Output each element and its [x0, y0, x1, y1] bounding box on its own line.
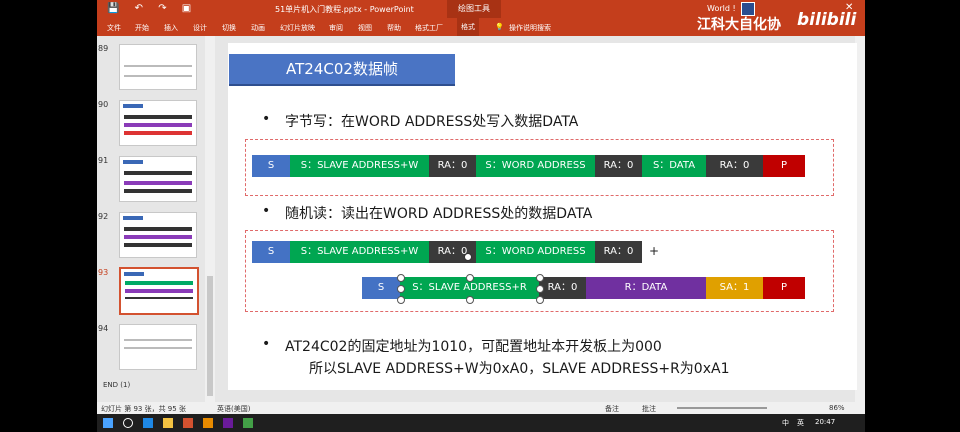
tab-transitions[interactable]: 切换 [222, 23, 236, 33]
search-icon[interactable] [123, 418, 133, 428]
cell-ack[interactable]: RA：0 [595, 241, 642, 263]
app-icon[interactable] [243, 418, 253, 428]
resize-handle[interactable] [466, 296, 474, 304]
slide-thumbnail-pane: 89 90 91 92 93 94 END (1) [97, 36, 205, 402]
slide-thumbnail[interactable] [119, 212, 197, 258]
thumbnail-scrollbar[interactable] [205, 36, 215, 402]
resize-handle[interactable] [397, 274, 405, 282]
bilibili-logo: bilibili [797, 10, 857, 30]
tab-review[interactable]: 审阅 [329, 23, 343, 33]
watermark-org: 江科大自化协 [697, 17, 781, 33]
thumb-number: 89 [98, 44, 109, 53]
cell-read-data[interactable]: R：DATA [586, 277, 706, 299]
cell-start[interactable]: S [252, 155, 290, 177]
cell-slave-address-w[interactable]: S：SLAVE ADDRESS+W [290, 241, 429, 263]
tab-view[interactable]: 视图 [358, 23, 372, 33]
cell-data[interactable]: S：DATA [642, 155, 706, 177]
cell-word-address[interactable]: S：WORD ADDRESS [476, 155, 595, 177]
slide-title[interactable]: AT24C02数据帧 [229, 54, 455, 86]
status-bar: 幻灯片 第 93 张，共 95 张 英语(美国) 备注 批注 86% [97, 402, 865, 414]
slide-canvas: AT24C02数据帧 • 字节写：在WORD ADDRESS处写入数据DATA … [228, 43, 857, 390]
cell-stop[interactable]: P [763, 277, 805, 299]
window-title: 51单片机入门教程.pptx - PowerPoint [275, 5, 414, 14]
cell-start[interactable]: S [362, 277, 400, 299]
tab-help[interactable]: 帮助 [387, 23, 401, 33]
tab-design[interactable]: 设计 [193, 23, 207, 33]
explorer-icon[interactable] [163, 418, 173, 428]
windows-taskbar: 中 英 20:47 [97, 414, 865, 432]
cell-ack[interactable]: RA：0 [429, 155, 476, 177]
thumb-number: 91 [98, 156, 109, 165]
edge-icon[interactable] [143, 418, 153, 428]
lightbulb-icon[interactable]: 💡 [495, 23, 504, 31]
quick-access-toolbar[interactable]: 💾 ↶ ↷ ▣ [107, 3, 197, 14]
bullet-glyph: • [262, 336, 271, 352]
cell-ack[interactable]: RA：0 [706, 155, 763, 177]
tab-slideshow[interactable]: 幻灯片放映 [280, 23, 315, 33]
notes-button[interactable]: 备注 [605, 404, 619, 414]
app-icon[interactable] [203, 418, 213, 428]
zoom-slider[interactable] [677, 407, 767, 409]
slide-counter: 幻灯片 第 93 张，共 95 张 [101, 405, 186, 413]
plus-sign: + [649, 244, 660, 258]
bullet-address-values[interactable]: 所以SLAVE ADDRESS+W为0xA0，SLAVE ADDRESS+R为0… [309, 358, 729, 378]
slide-thumbnail[interactable] [119, 44, 197, 90]
bullet-fixed-address[interactable]: AT24C02的固定地址为1010，可配置地址本开发板上为000 [285, 336, 662, 356]
powerpoint-window: 💾 ↶ ↷ ▣ 51单片机入门教程.pptx - PowerPoint 绘图工具… [97, 0, 865, 432]
ime-indicator[interactable]: 中 [782, 418, 789, 428]
language-indicator[interactable]: 英语(美国) [217, 404, 250, 414]
cell-stop[interactable]: P [763, 155, 805, 177]
slide-thumbnail[interactable] [119, 324, 197, 370]
slide-thumbnail[interactable] [119, 100, 197, 146]
zoom-level[interactable]: 86% [829, 404, 845, 412]
section-end-label[interactable]: END (1) [103, 381, 130, 389]
resize-handle[interactable] [536, 285, 544, 293]
thumb-number: 90 [98, 100, 109, 109]
app-icon[interactable] [223, 418, 233, 428]
tab-animations[interactable]: 动画 [251, 23, 265, 33]
tab-home[interactable]: 开始 [135, 23, 149, 33]
slide-thumbnail[interactable] [119, 156, 197, 202]
resize-handle[interactable] [536, 296, 544, 304]
rotate-handle-icon[interactable] [464, 253, 472, 261]
search-tell-me[interactable]: 操作说明搜索 [509, 23, 551, 33]
cell-start[interactable]: S [252, 241, 290, 263]
resize-handle[interactable] [397, 285, 405, 293]
comments-button[interactable]: 批注 [642, 404, 656, 414]
cell-nack[interactable]: SA：1 [706, 277, 763, 299]
bullet-glyph: • [262, 203, 271, 219]
resize-handle[interactable] [397, 296, 405, 304]
tab-file[interactable]: 文件 [107, 23, 121, 33]
resize-handle[interactable] [536, 274, 544, 282]
tab-format-factory[interactable]: 格式工厂 [415, 23, 443, 33]
bullet-glyph: • [262, 111, 271, 127]
bullet-byte-write[interactable]: 字节写：在WORD ADDRESS处写入数据DATA [285, 111, 578, 131]
cell-word-address[interactable]: S：WORD ADDRESS [476, 241, 595, 263]
slide-thumbnail-selected[interactable] [119, 267, 199, 315]
cell-ack[interactable]: RA：0 [595, 155, 642, 177]
tab-format[interactable]: 格式 [457, 18, 479, 36]
context-tab-drawing-tools: 绘图工具 [447, 0, 501, 18]
bullet-random-read[interactable]: 随机读：读出在WORD ADDRESS处的数据DATA [285, 203, 592, 223]
cell-slave-address-w[interactable]: S：SLAVE ADDRESS+W [290, 155, 429, 177]
account-name[interactable]: World ! [707, 4, 736, 13]
thumb-number: 94 [98, 324, 109, 333]
powerpoint-icon[interactable] [183, 418, 193, 428]
thumb-number: 93 [98, 268, 109, 277]
thumb-number: 92 [98, 212, 109, 221]
tab-insert[interactable]: 插入 [164, 23, 178, 33]
region-indicator[interactable]: 英 [797, 418, 804, 428]
cell-ack[interactable]: RA：0 [539, 277, 586, 299]
windows-start-icon[interactable] [103, 418, 113, 428]
resize-handle[interactable] [466, 274, 474, 282]
clock[interactable]: 20:47 [815, 418, 835, 426]
